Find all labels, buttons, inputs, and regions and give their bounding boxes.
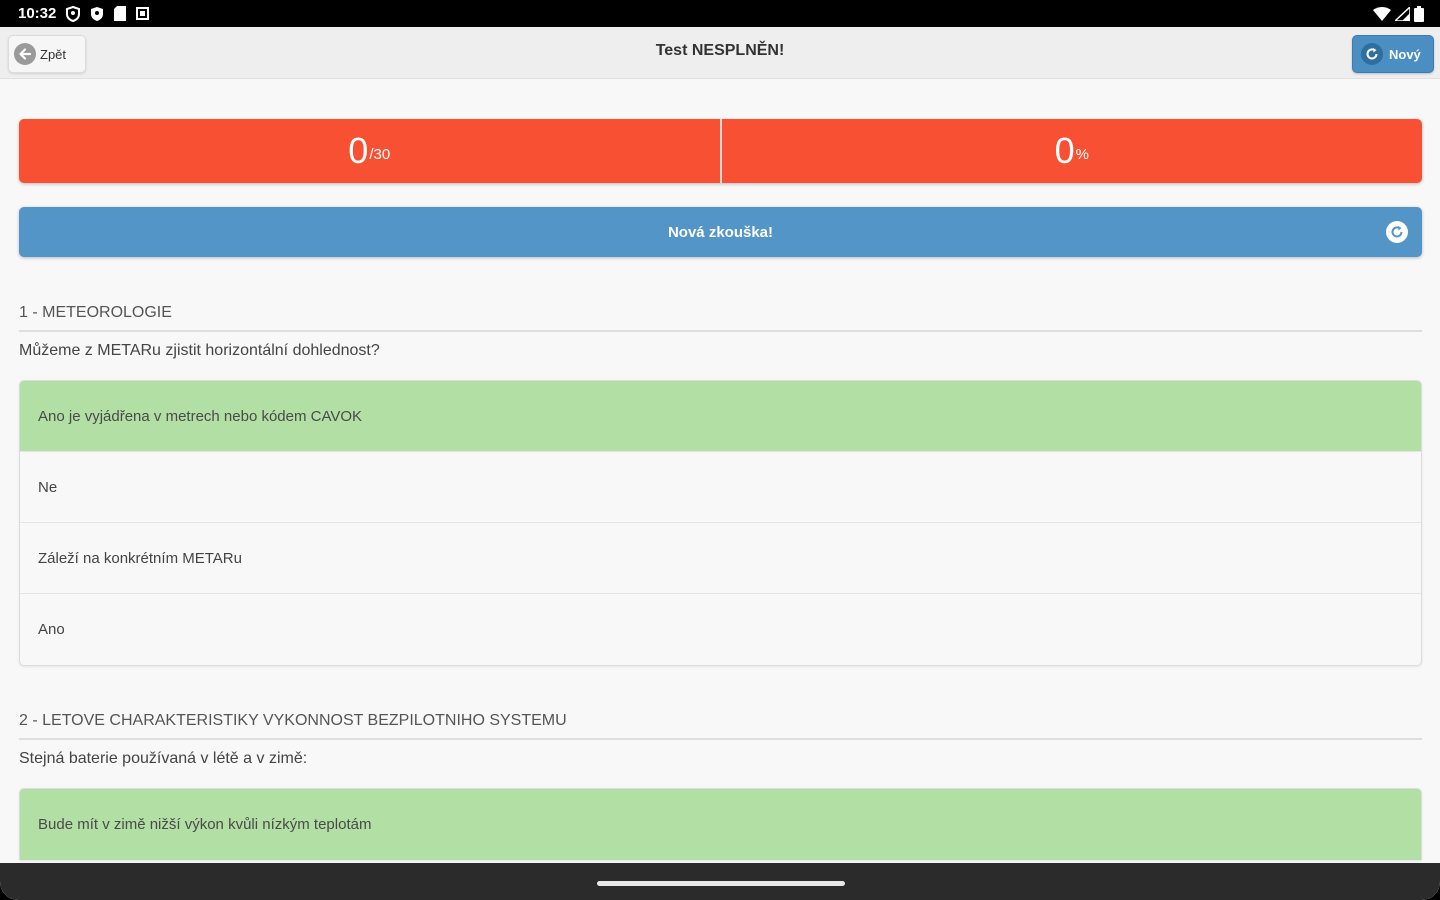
question-section: 2 - LETOVE CHARAKTERISTIKY VYKONNOST BEZ… <box>19 712 1422 860</box>
answer-option-correct[interactable]: Bude mít v zimě nižší výkon kvůli nízkým… <box>20 789 1421 860</box>
score-percent-value: 0 <box>1054 130 1075 171</box>
question-category: 1 - METEOROLOGIE <box>19 304 1422 332</box>
answer-option[interactable]: Ne <box>20 452 1421 523</box>
wifi-icon <box>1373 6 1391 21</box>
answer-option-correct[interactable]: Ano je vyjádřena v metrech nebo kódem CA… <box>20 381 1421 452</box>
question-text: Stejná baterie používaná v létě a v zimě… <box>19 750 308 767</box>
square-notification-icon <box>136 7 150 20</box>
answer-list: Ano je vyjádřena v metrech nebo kódem CA… <box>19 380 1422 666</box>
question-text: Můžeme z METARu zjistit horizontální doh… <box>19 342 380 359</box>
refresh-icon <box>1361 43 1383 65</box>
location-shield-icon <box>66 5 81 22</box>
score-summary: 0 /30 0 % <box>19 119 1422 183</box>
retry-exam-button[interactable]: Nová zkouška! <box>19 207 1422 257</box>
answer-option[interactable]: Ano <box>20 594 1421 665</box>
question-section: 1 - METEOROLOGIE Můžeme z METARu zjistit… <box>19 304 1422 666</box>
app-header: Zpět Test NESPLNĚN! Nový <box>0 27 1440 79</box>
page-title: Test NESPLNĚN! <box>655 42 785 59</box>
home-gesture-handle[interactable] <box>597 881 845 886</box>
score-points-total: /30 <box>369 146 391 163</box>
new-test-button-label: Nový <box>1389 46 1421 62</box>
status-bar: 10:32 <box>0 0 1440 27</box>
sd-card-icon <box>114 6 127 21</box>
app-screen: 10:32 Zpět Test NESPLNĚN! Nový 0 /30 0 %… <box>0 0 1440 900</box>
answer-option[interactable]: Záleží na konkrétním METARu <box>20 523 1421 594</box>
navigation-bar <box>0 863 1440 900</box>
score-percent-unit: % <box>1075 146 1089 163</box>
new-test-button[interactable]: Nový <box>1352 35 1434 73</box>
question-category: 2 - LETOVE CHARAKTERISTIKY VYKONNOST BEZ… <box>19 712 1422 740</box>
refresh-icon <box>1386 221 1408 243</box>
score-percent: 0 % <box>722 119 1423 183</box>
score-points-value: 0 <box>348 130 369 171</box>
signal-icon <box>1395 6 1410 21</box>
shield-icon <box>90 6 104 22</box>
status-time: 10:32 <box>18 5 57 22</box>
score-points: 0 /30 <box>19 119 722 183</box>
answer-list: Bude mít v zimě nižší výkon kvůli nízkým… <box>19 788 1422 860</box>
battery-icon <box>1414 5 1424 22</box>
retry-exam-label: Nová zkouška! <box>667 223 774 241</box>
